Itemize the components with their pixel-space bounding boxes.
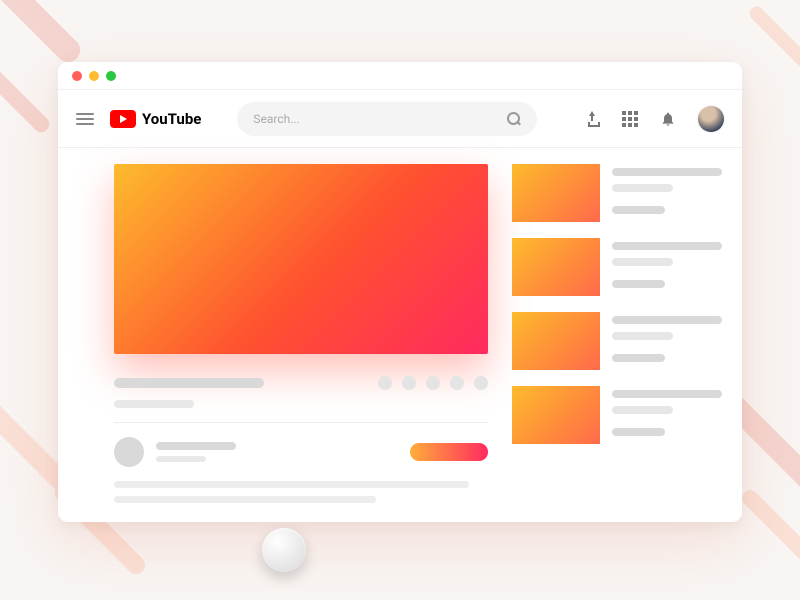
channel-name-placeholder bbox=[156, 442, 236, 450]
description-line bbox=[114, 496, 376, 503]
decorative-knob bbox=[262, 528, 306, 572]
suggestion-item[interactable] bbox=[512, 386, 722, 444]
bg-decor bbox=[0, 0, 85, 67]
video-description bbox=[114, 481, 488, 503]
suggestion-line-placeholder bbox=[612, 428, 665, 436]
suggestion-title-placeholder bbox=[612, 168, 722, 176]
suggestion-thumbnail bbox=[512, 386, 600, 444]
page-content bbox=[58, 148, 742, 522]
brand-name: YouTube bbox=[142, 110, 201, 128]
user-avatar[interactable] bbox=[698, 106, 724, 132]
search-placeholder: Search... bbox=[253, 112, 507, 126]
video-player[interactable] bbox=[114, 164, 488, 354]
subscribe-button[interactable] bbox=[410, 443, 488, 461]
channel-avatar[interactable] bbox=[114, 437, 144, 467]
video-title-row bbox=[114, 376, 488, 390]
window-maximize-button[interactable] bbox=[106, 71, 116, 81]
hamburger-menu-icon[interactable] bbox=[76, 110, 94, 128]
channel-info bbox=[156, 442, 236, 462]
brand-logo[interactable]: YouTube bbox=[110, 110, 201, 128]
upload-icon[interactable] bbox=[584, 111, 600, 127]
video-actions bbox=[378, 376, 488, 390]
suggestion-title-placeholder bbox=[612, 390, 722, 398]
header-actions bbox=[584, 106, 724, 132]
window-close-button[interactable] bbox=[72, 71, 82, 81]
app-header: YouTube Search... bbox=[58, 90, 742, 148]
action-button[interactable] bbox=[474, 376, 488, 390]
suggestion-line-placeholder bbox=[612, 280, 665, 288]
suggestion-item[interactable] bbox=[512, 238, 722, 296]
suggestion-meta bbox=[612, 312, 722, 370]
suggestion-line-placeholder bbox=[612, 206, 665, 214]
suggestion-meta bbox=[612, 164, 722, 222]
suggestions-sidebar bbox=[512, 164, 722, 506]
suggestion-meta bbox=[612, 238, 722, 296]
suggestion-line-placeholder bbox=[612, 258, 673, 266]
bell-icon[interactable] bbox=[660, 111, 676, 127]
channel-row bbox=[114, 437, 488, 467]
bg-decor bbox=[747, 4, 800, 70]
suggestion-thumbnail bbox=[512, 312, 600, 370]
suggestion-meta bbox=[612, 386, 722, 444]
suggestion-item[interactable] bbox=[512, 164, 722, 222]
action-button[interactable] bbox=[378, 376, 392, 390]
search-input[interactable]: Search... bbox=[237, 102, 537, 136]
browser-window: YouTube Search... bbox=[58, 62, 742, 522]
suggestion-item[interactable] bbox=[512, 312, 722, 370]
suggestion-line-placeholder bbox=[612, 332, 673, 340]
play-logo-icon bbox=[110, 110, 136, 128]
window-titlebar bbox=[58, 62, 742, 90]
suggestion-thumbnail bbox=[512, 164, 600, 222]
suggestion-line-placeholder bbox=[612, 184, 673, 192]
channel-subs-placeholder bbox=[156, 456, 206, 462]
suggestion-thumbnail bbox=[512, 238, 600, 296]
description-line bbox=[114, 481, 469, 488]
suggestion-line-placeholder bbox=[612, 354, 665, 362]
main-column bbox=[114, 164, 488, 506]
video-title-placeholder bbox=[114, 378, 264, 388]
action-button[interactable] bbox=[450, 376, 464, 390]
window-minimize-button[interactable] bbox=[89, 71, 99, 81]
action-button[interactable] bbox=[426, 376, 440, 390]
divider bbox=[114, 422, 488, 423]
bg-decor bbox=[739, 487, 800, 569]
bg-decor bbox=[0, 61, 52, 136]
search-icon[interactable] bbox=[507, 112, 521, 126]
suggestion-title-placeholder bbox=[612, 316, 722, 324]
apps-grid-icon[interactable] bbox=[622, 111, 638, 127]
video-views-placeholder bbox=[114, 400, 194, 408]
action-button[interactable] bbox=[402, 376, 416, 390]
suggestion-line-placeholder bbox=[612, 406, 673, 414]
suggestion-title-placeholder bbox=[612, 242, 722, 250]
